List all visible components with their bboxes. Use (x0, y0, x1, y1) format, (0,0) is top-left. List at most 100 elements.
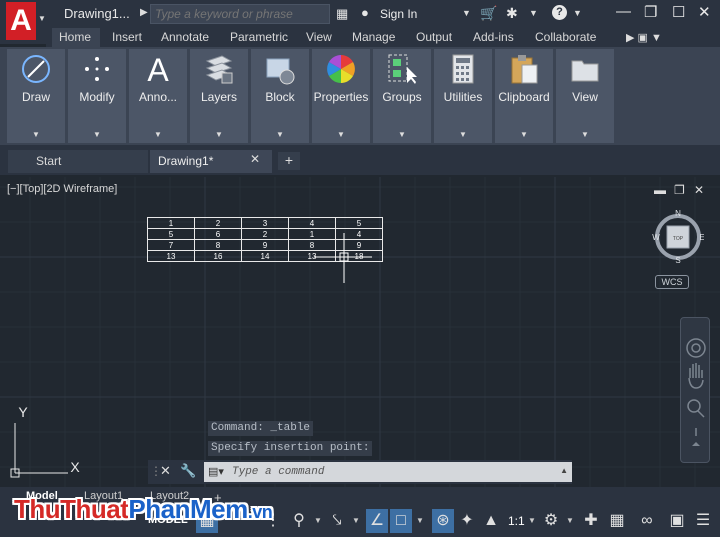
tab-annotate[interactable]: Annotate (161, 30, 209, 44)
chevron-down-icon[interactable]: ▼ (352, 516, 360, 525)
chevron-down-icon[interactable]: ▼ (556, 130, 614, 139)
annotation-visibility-icon[interactable]: ⊛ (432, 509, 454, 533)
drawing-canvas[interactable]: [−][Top][2D Wireframe] ▬ ❐ ✕ 12345562147… (0, 177, 720, 487)
command-input-wrapper[interactable]: ▤▾ ▲ (204, 462, 572, 482)
tab-output[interactable]: Output (416, 30, 452, 44)
tab-collaborate[interactable]: Collaborate (535, 30, 596, 44)
chevron-down-icon[interactable]: ▼ (190, 130, 248, 139)
file-tab-start[interactable]: Start (8, 150, 148, 173)
wcs-menu-button[interactable]: WCS (655, 275, 689, 289)
chevron-down-icon[interactable]: ▼ (68, 130, 126, 139)
drawn-table-cell[interactable]: 2 (241, 228, 289, 240)
more-tabs-icon[interactable]: ▶ ▣ ▼ (626, 31, 662, 44)
panel-layers[interactable]: Layers ▼ (190, 49, 248, 143)
chevron-down-icon[interactable]: ▼ (495, 130, 553, 139)
help-icon[interactable]: ? (552, 5, 567, 20)
tab-insert[interactable]: Insert (112, 30, 142, 44)
new-tab-icon[interactable]: + (278, 152, 300, 170)
sign-in-caret-icon[interactable]: ▼ (462, 8, 471, 18)
chevron-down-icon[interactable]: ▼ (314, 516, 322, 525)
command-prompt-icon[interactable]: ▤▾ (208, 465, 224, 478)
isolate-objects-icon[interactable]: ▦ (606, 509, 628, 533)
drawn-table-cell[interactable]: 5 (335, 217, 383, 229)
gear-icon[interactable]: ⚙ (540, 509, 562, 533)
tab-home[interactable]: Home (59, 30, 91, 44)
polar-tracking-icon[interactable]: ⚲ (288, 509, 310, 533)
customize-icon[interactable]: ☰ (692, 509, 714, 533)
help-caret-icon[interactable]: ▼ (573, 8, 582, 18)
drawn-table-cell[interactable]: 13 (147, 250, 195, 262)
maximize-icon[interactable]: ☐ (672, 3, 685, 21)
drawn-table-cell[interactable]: 6 (194, 228, 242, 240)
application-menu-button[interactable]: A ▼ (0, 0, 46, 44)
tab-view[interactable]: View (306, 30, 332, 44)
chevron-down-icon[interactable]: ▼ (434, 130, 492, 139)
chevron-down-icon[interactable]: ▼ (129, 130, 187, 139)
tab-addins[interactable]: Add-ins (473, 30, 514, 44)
drawn-table-cell[interactable]: 16 (194, 250, 242, 262)
close-icon[interactable]: ✕ (250, 152, 260, 166)
compass-east-label[interactable]: E (699, 233, 704, 242)
chevron-down-icon[interactable]: ▼ (7, 130, 65, 139)
chevron-down-icon[interactable]: ▼ (566, 516, 574, 525)
viewport-minimize-icon[interactable]: ▬ (654, 183, 666, 197)
plus-icon[interactable]: ✚ (580, 509, 602, 533)
chevron-down-icon[interactable]: ▼ (416, 516, 424, 525)
cart-icon[interactable]: 🛒 (480, 5, 497, 22)
link-icon[interactable]: ∞ (636, 509, 658, 533)
compass-north-label[interactable]: N (675, 209, 681, 218)
panel-clipboard[interactable]: Clipboard ▼ (495, 49, 553, 143)
ortho-icon[interactable]: ∠ (366, 509, 388, 533)
drawn-table-cell[interactable]: 8 (194, 239, 242, 251)
panel-utilities[interactable]: Utilities ▼ (434, 49, 492, 143)
binoculars-icon[interactable]: ▦ (336, 6, 348, 22)
auto-scale-icon[interactable]: ✦ (456, 509, 478, 533)
viewport-restore-icon[interactable]: ❐ (674, 183, 685, 197)
chevron-down-icon[interactable]: ▼ (528, 516, 536, 525)
close-icon[interactable]: ✕ (698, 3, 711, 21)
object-snap-icon[interactable]: □ (390, 509, 412, 533)
chevron-down-icon[interactable]: ▼ (312, 130, 370, 139)
panel-properties[interactable]: Properties ▼ (312, 49, 370, 143)
panel-groups[interactable]: Groups ▼ (373, 49, 431, 143)
viewcube[interactable]: TOP N S W E (652, 209, 704, 263)
search-input[interactable] (150, 4, 330, 24)
search-expand-icon[interactable]: ▶ (140, 7, 148, 18)
drawn-table-cell[interactable]: 5 (147, 228, 195, 240)
panel-annotation[interactable]: A Anno... ▼ (129, 49, 187, 143)
chevron-down-icon[interactable]: ▼ (373, 130, 431, 139)
object-snap-tracking-icon[interactable]: ⤥ (326, 509, 348, 533)
tab-parametric[interactable]: Parametric (230, 30, 288, 44)
drawn-table-cell[interactable]: 4 (288, 217, 336, 229)
panel-modify[interactable]: Modify ▼ (68, 49, 126, 143)
compass-west-label[interactable]: W (652, 233, 660, 242)
drawn-table-cell[interactable]: 3 (241, 217, 289, 229)
restore-icon[interactable]: ❐ (644, 3, 657, 21)
wrench-icon[interactable]: 🔧 (180, 463, 196, 479)
command-input[interactable] (232, 464, 552, 480)
annotation-scale-value[interactable]: 1:1 (508, 514, 525, 528)
drawn-table-cell[interactable]: 9 (241, 239, 289, 251)
fullscreen-icon[interactable]: ▣ (666, 509, 688, 533)
drawn-table-cell[interactable]: 14 (241, 250, 289, 262)
drawn-table-cell[interactable]: 2 (194, 217, 242, 229)
tab-manage[interactable]: Manage (352, 30, 395, 44)
chevron-up-icon[interactable]: ▲ (560, 466, 568, 475)
compass-south-label[interactable]: S (675, 256, 680, 263)
panel-draw[interactable]: Draw ▼ (7, 49, 65, 143)
user-icon[interactable]: ● (361, 5, 369, 20)
drawn-table-cell[interactable]: 7 (147, 239, 195, 251)
drawn-table-cell[interactable]: 1 (147, 217, 195, 229)
panel-block[interactable]: Block ▼ (251, 49, 309, 143)
viewport-close-icon[interactable]: ✕ (694, 183, 704, 197)
share-caret-icon[interactable]: ▼ (529, 8, 538, 18)
chevron-down-icon[interactable]: ▼ (251, 130, 309, 139)
panel-view[interactable]: View ▼ (556, 49, 614, 143)
sign-in-button[interactable]: Sign In (380, 7, 417, 21)
minimize-icon[interactable]: — (616, 3, 631, 20)
viewport-controls-label[interactable]: [−][Top][2D Wireframe] (7, 183, 117, 195)
share-icon[interactable]: ✱ (506, 5, 518, 22)
close-icon[interactable]: ✕ (160, 463, 171, 479)
annotation-scale-icon[interactable]: ▲ (480, 509, 502, 533)
viewcube-face-label[interactable]: TOP (673, 236, 684, 242)
